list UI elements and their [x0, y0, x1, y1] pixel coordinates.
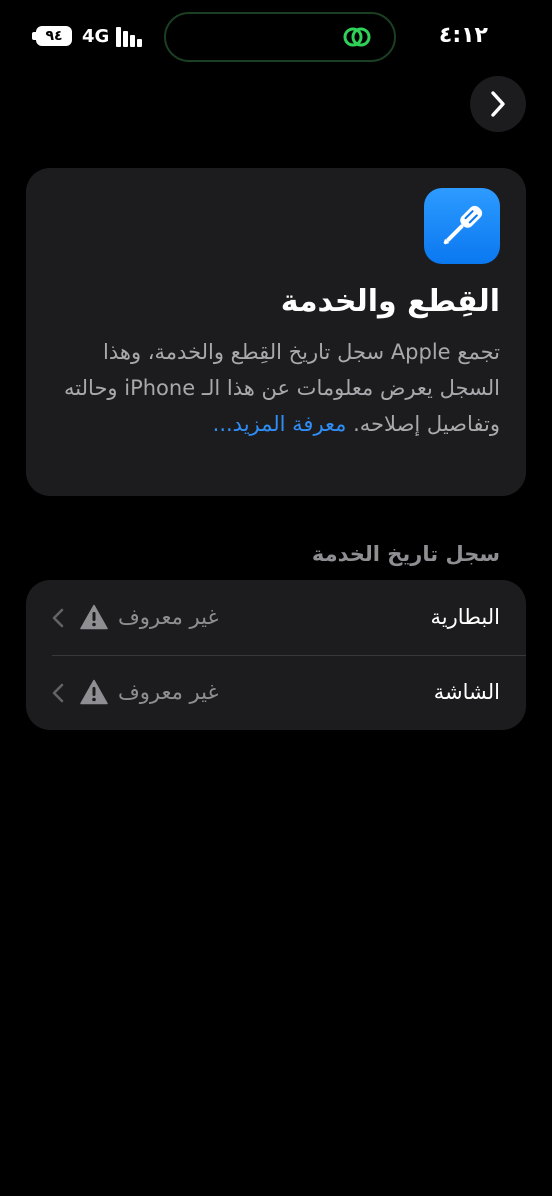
warning-icon	[80, 679, 108, 705]
row-label: الشاشة	[433, 680, 500, 704]
battery-tip	[32, 32, 36, 40]
signal-strength-icon	[116, 27, 148, 47]
chevron-left-icon	[52, 608, 64, 628]
row-status: غير معروف	[118, 605, 219, 629]
battery-indicator: ٩٤	[36, 26, 72, 46]
status-clock: ٤:١٢	[438, 23, 488, 48]
row-status: غير معروف	[118, 680, 219, 704]
chevron-left-icon	[52, 683, 64, 703]
page-title: القِطع والخدمة	[280, 284, 500, 319]
back-button[interactable]	[470, 76, 526, 132]
section-header-service-history: سجل تاريخ الخدمة	[311, 542, 500, 566]
row-label: البطارية	[430, 605, 500, 629]
learn-more-link[interactable]: معرفة المزيد...	[213, 412, 347, 436]
link-activity-icon	[343, 27, 371, 47]
parts-service-info-card: القِطع والخدمة تجمع Apple سجل تاريخ القِ…	[26, 168, 526, 496]
dynamic-island	[164, 12, 396, 62]
card-description: تجمع Apple سجل تاريخ القِطع والخدمة، وهذ…	[50, 334, 500, 442]
list-item-display[interactable]: الشاشة غير معروف	[26, 655, 526, 730]
warning-icon	[80, 604, 108, 630]
network-type: 4G	[82, 26, 110, 47]
chevron-right-icon	[491, 91, 505, 117]
status-bar: ٩٤ 4G ٤:١٢	[0, 0, 552, 76]
service-history-list: البطارية غير معروف الشاشة غير معروف	[26, 580, 526, 730]
list-item-battery[interactable]: البطارية غير معروف	[26, 580, 526, 656]
screwdriver-icon	[424, 188, 500, 264]
